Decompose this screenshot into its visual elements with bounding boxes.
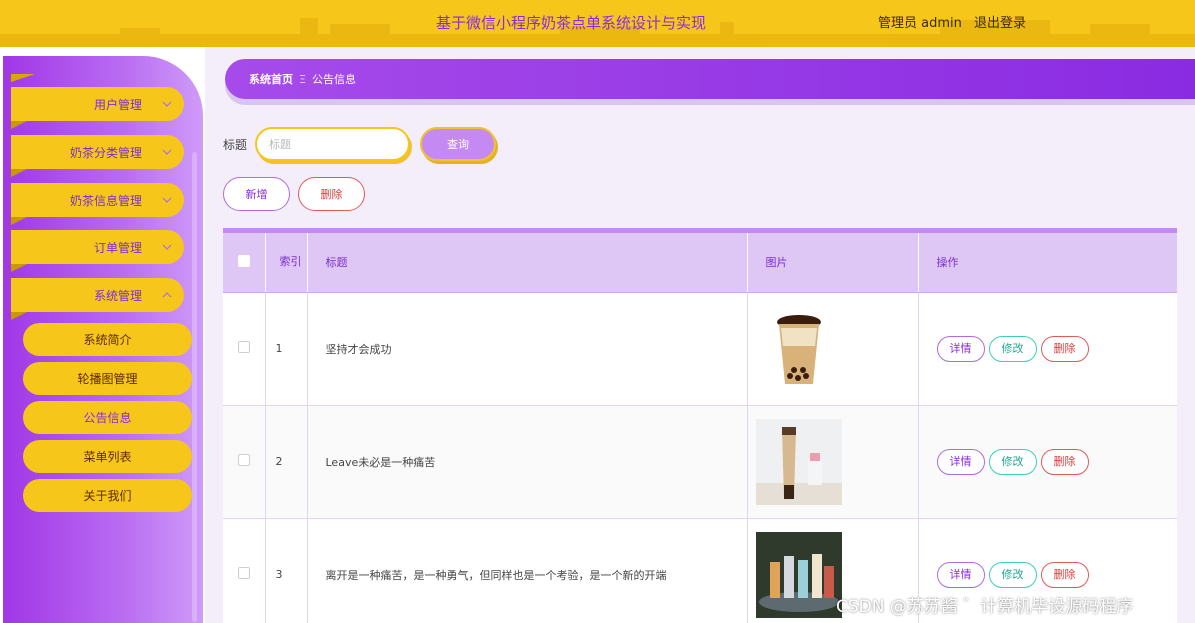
delete-button[interactable]: 删除 — [1040, 335, 1089, 362]
row-title: 离开是一种痛苦，是一种勇气，但同样也是一个考验，是一个新的开端 — [307, 518, 748, 623]
add-button[interactable]: 新增 — [223, 177, 290, 211]
row-index: 3 — [265, 518, 308, 623]
action-bar: 新增 删除 — [223, 177, 373, 211]
row-checkbox[interactable] — [237, 341, 250, 353]
chevron-down-icon — [162, 244, 172, 250]
row-image-cell — [747, 292, 919, 406]
row-index: 1 — [265, 292, 308, 406]
user-role: 管理员 — [878, 16, 918, 31]
table-row: 2 Leave未必是一种痛苦 详情 修改 删除 — [223, 405, 1177, 519]
select-all-cell — [223, 233, 266, 293]
drinks-tray-image[interactable] — [755, 531, 842, 618]
main-content: 系统首页 Ξ 公告信息 标题 查询 新增 删除 索引 标题 图片 操作 — [205, 47, 1195, 623]
search-bar: 标题 查询 — [223, 127, 497, 161]
menu-tea-info[interactable]: 奶茶信息管理 — [11, 183, 184, 225]
app-header: 基于微信小程序奶茶点单系统设计与实现 管理员 admin 退出登录 — [0, 0, 1195, 47]
row-index: 2 — [265, 405, 308, 519]
row-ops-cell: 详情 修改 删除 — [918, 292, 1177, 406]
breadcrumb: 系统首页 Ξ 公告信息 — [225, 59, 1195, 99]
query-button[interactable]: 查询 — [420, 127, 497, 161]
submenu-carousel[interactable]: 轮播图管理 — [23, 362, 192, 395]
row-checkbox[interactable] — [237, 567, 250, 579]
menu-order-management[interactable]: 订单管理 — [11, 230, 184, 272]
breadcrumb-current: 公告信息 — [311, 73, 356, 86]
logout-link[interactable]: 退出登录 — [974, 16, 1026, 31]
header-index: 索引 — [265, 233, 308, 293]
edit-button[interactable]: 修改 — [988, 335, 1037, 362]
row-image-cell — [747, 405, 919, 519]
menu-label: 奶茶信息管理 — [69, 193, 142, 208]
chevron-up-icon — [162, 292, 172, 298]
submenu-system-intro[interactable]: 系统简介 — [23, 323, 192, 356]
milk-tea-cup-image[interactable] — [755, 305, 842, 392]
delete-button[interactable]: 删除 — [1040, 561, 1089, 588]
sidebar-corner-decoration — [11, 74, 35, 82]
delete-button[interactable]: 删除 — [1040, 448, 1089, 475]
table-row: 1 坚持才会成功 详情 修改 删除 — [223, 292, 1177, 406]
menu-label: 订单管理 — [93, 240, 142, 255]
select-all-checkbox[interactable] — [237, 254, 250, 267]
table-header-row: 索引 标题 图片 操作 — [223, 233, 1177, 293]
search-label: 标题 — [223, 137, 248, 152]
username: admin — [921, 16, 962, 31]
chevron-down-icon — [162, 149, 172, 155]
menu-system-management[interactable]: 系统管理 — [11, 278, 184, 320]
row-title: Leave未必是一种痛苦 — [307, 405, 748, 519]
app-title: 基于微信小程序奶茶点单系统设计与实现 — [436, 14, 707, 32]
submenu-announcements[interactable]: 公告信息 — [23, 401, 192, 434]
row-title: 坚持才会成功 — [307, 292, 748, 406]
chevron-down-icon — [162, 197, 172, 203]
csdn-watermark: CSDN @苏苏酱 ゛计算机毕设源码程序 — [836, 597, 1134, 617]
milk-tea-tall-glass-image[interactable] — [755, 418, 842, 505]
chevron-down-icon — [162, 101, 172, 107]
header-image: 图片 — [747, 233, 919, 293]
submenu-menu-list[interactable]: 菜单列表 — [23, 440, 192, 473]
menu-label: 系统管理 — [93, 288, 142, 303]
breadcrumb-separator-icon: Ξ — [299, 72, 306, 86]
row-checkbox[interactable] — [237, 454, 250, 466]
row-select-cell — [223, 292, 266, 406]
edit-button[interactable]: 修改 — [988, 561, 1037, 588]
batch-delete-button[interactable]: 删除 — [298, 177, 365, 211]
detail-button[interactable]: 详情 — [936, 561, 985, 588]
submenu-about-us[interactable]: 关于我们 — [23, 479, 192, 512]
header-title: 标题 — [307, 233, 748, 293]
menu-label: 奶茶分类管理 — [69, 145, 142, 160]
row-select-cell — [223, 405, 266, 519]
user-info: 管理员 admin 退出登录 — [878, 12, 1026, 31]
sidebar-scrollbar[interactable] — [192, 152, 197, 622]
title-search-input[interactable] — [255, 127, 411, 161]
edit-button[interactable]: 修改 — [988, 448, 1037, 475]
menu-user-management[interactable]: 用户管理 — [11, 87, 184, 129]
row-select-cell — [223, 518, 266, 623]
detail-button[interactable]: 详情 — [936, 448, 985, 475]
announcement-table: 索引 标题 图片 操作 1 坚持才会成功 详情 修改 删除 2 Leave未必是… — [223, 228, 1177, 623]
menu-tea-category[interactable]: 奶茶分类管理 — [11, 135, 184, 177]
sidebar: 用户管理 奶茶分类管理 奶茶信息管理 订单管理 系统管理 系统简介 轮播图管理 … — [3, 56, 203, 623]
header-ops: 操作 — [918, 233, 1177, 293]
row-ops-cell: 详情 修改 删除 — [918, 405, 1177, 519]
detail-button[interactable]: 详情 — [936, 335, 985, 362]
menu-label: 用户管理 — [93, 97, 142, 112]
breadcrumb-home[interactable]: 系统首页 — [249, 71, 293, 87]
